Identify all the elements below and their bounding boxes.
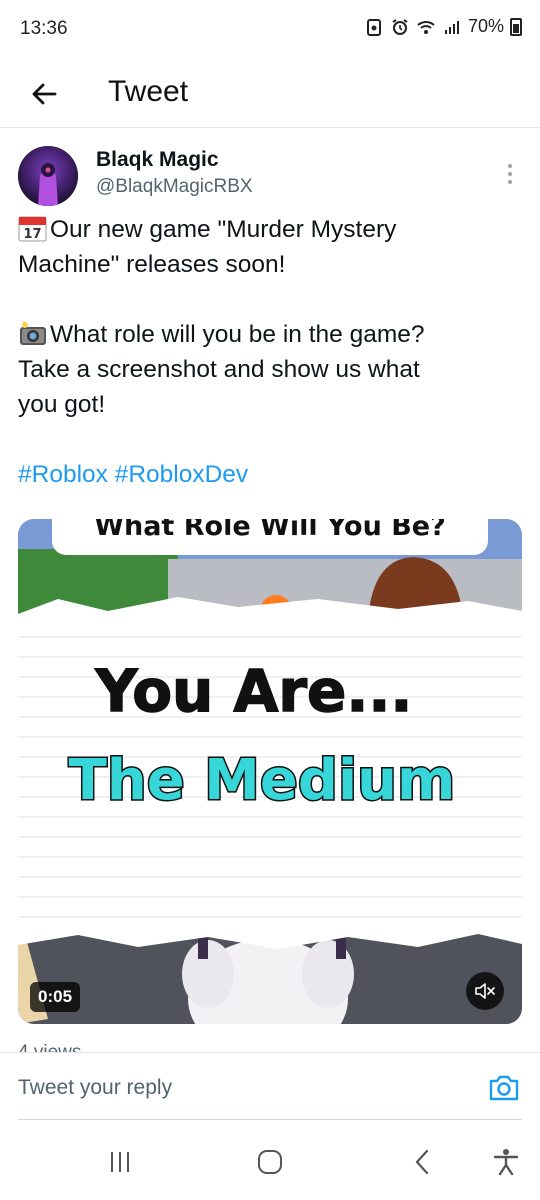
back-button[interactable] [20,70,68,118]
reply-input[interactable]: Tweet your reply [18,1071,448,1105]
svg-text:17: 17 [23,227,41,242]
video-role-text: The Medium [69,748,456,813]
battery-icon [510,17,522,36]
camera-button[interactable] [488,1073,520,1103]
video-headline: You Are... [95,657,413,725]
more-options-button[interactable] [498,156,522,192]
status-bar: 13:36 70% [0,0,540,60]
page-title: Tweet [108,75,189,108]
video-banner-text: What Role Will You Be? [94,519,446,542]
battery-percent: 70% [467,16,504,36]
tweet-line: Take a screenshot and show us what [18,356,420,383]
arrow-left-icon [32,83,57,105]
sim-icon [366,18,381,36]
recents-icon [111,1152,129,1172]
avatar[interactable] [18,146,78,206]
tweet-line: 17 Our new game "Murder Mystery [18,212,524,247]
calendar-icon: 17 [18,216,47,242]
tweet-line: Machine" releases soon! [18,251,286,278]
tweet-line: you got! [18,391,106,418]
tweet-line: What role will you be in the game? [18,317,524,352]
camera-flash-icon [20,321,46,345]
video-frame: What Role Will You Be? You Are... The Me… [18,519,522,1024]
recents-button[interactable] [98,1142,142,1182]
view-count: 4 views [18,1038,81,1052]
tweet-text: 17 Our new game "Murder Mystery Machine" … [18,212,524,492]
home-icon [258,1150,282,1174]
signal-icon [444,20,459,34]
wifi-icon [417,20,435,34]
app-header: Tweet [0,60,540,128]
reply-divider [18,1119,522,1120]
home-button[interactable] [248,1142,292,1182]
tweet-video[interactable]: What Role Will You Be? You Are... The Me… [18,519,522,1024]
tweet-author: Blaqk Magic @BlaqkMagicRBX [18,146,522,208]
more-dot [508,180,512,184]
mute-button[interactable] [466,972,504,1010]
back-icon [415,1149,429,1175]
mute-icon [475,983,495,999]
camera-icon [489,1075,519,1101]
reply-bar: Tweet your reply [0,1052,540,1122]
alarm-icon [392,18,408,35]
tweet-line-text: Our new game "Murder Mystery [50,216,397,243]
more-dot [508,164,512,168]
tweet-line-text: What role will you be in the game? [50,321,425,348]
user-handle[interactable]: @BlaqkMagicRBX [96,176,253,198]
system-nav-bar [0,1122,540,1200]
display-name[interactable]: Blaqk Magic [96,148,219,172]
more-dot [508,172,512,176]
accessibility-icon [493,1149,519,1176]
system-back-button[interactable] [400,1142,444,1182]
hashtag-links[interactable]: #Roblox #RobloxDev [18,457,524,492]
status-time: 13:36 [20,18,68,39]
status-icons: 70% [364,16,522,37]
video-duration: 0:05 [30,982,81,1012]
accessibility-button[interactable] [484,1142,528,1182]
